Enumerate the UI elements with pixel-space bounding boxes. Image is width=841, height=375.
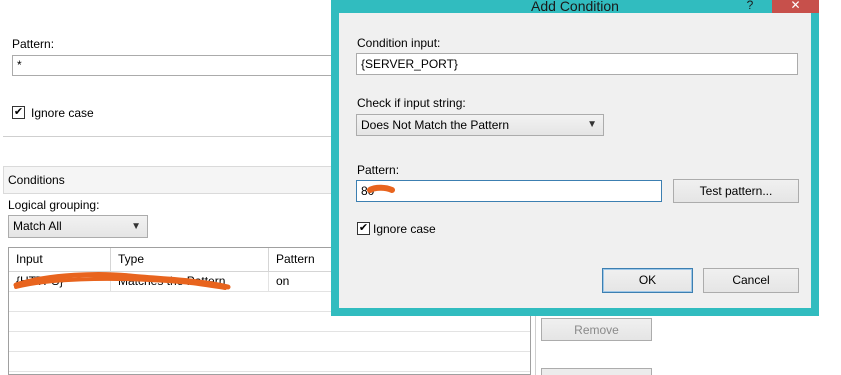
match-type-value: Does Not Match the Pattern: [361, 118, 510, 132]
pattern-input[interactable]: 80: [356, 180, 662, 202]
logical-grouping-value: Match All: [13, 219, 62, 233]
close-icon: ✕: [790, 0, 801, 12]
table-row-empty: [9, 352, 530, 372]
logical-grouping-select[interactable]: Match All ▼: [8, 215, 148, 238]
check-input-label: Check if input string:: [357, 96, 466, 110]
remove-button[interactable]: Remove: [541, 318, 652, 341]
ignore-case-label: Ignore case: [373, 222, 436, 236]
dialog-body: Condition input: {SERVER_PORT} Check if …: [339, 13, 811, 308]
divider: [535, 316, 536, 375]
ignore-case-checkbox[interactable]: ✔: [357, 222, 370, 235]
help-icon[interactable]: ?: [740, 0, 760, 13]
test-pattern-button[interactable]: Test pattern...: [673, 179, 799, 203]
ok-button[interactable]: OK: [602, 268, 693, 293]
background-ignore-case-checkbox[interactable]: ✔: [12, 106, 25, 119]
background-pattern-label: Pattern:: [12, 37, 55, 51]
logical-grouping-label: Logical grouping:: [8, 198, 100, 212]
match-type-select[interactable]: Does Not Match the Pattern ▼: [356, 114, 604, 136]
pattern-label: Pattern:: [357, 163, 400, 177]
redaction-scribble: [13, 272, 231, 290]
lower-button-edge: [541, 368, 652, 375]
condition-input-label: Condition input:: [357, 36, 441, 50]
background-ignore-case-label: Ignore case: [31, 106, 94, 120]
chevron-down-icon: ▼: [587, 119, 597, 130]
redaction-scribble: [367, 184, 395, 193]
condition-input-field[interactable]: {SERVER_PORT}: [356, 53, 798, 75]
add-condition-dialog: Add Condition ? ✕ Condition input: {SERV…: [331, 0, 819, 316]
conditions-title: Conditions: [8, 173, 65, 187]
chevron-down-icon: ▼: [131, 221, 141, 232]
table-row-empty: [9, 332, 530, 352]
cancel-button[interactable]: Cancel: [703, 268, 799, 293]
close-button[interactable]: ✕: [772, 0, 819, 13]
background-pattern-input[interactable]: *: [12, 55, 334, 76]
